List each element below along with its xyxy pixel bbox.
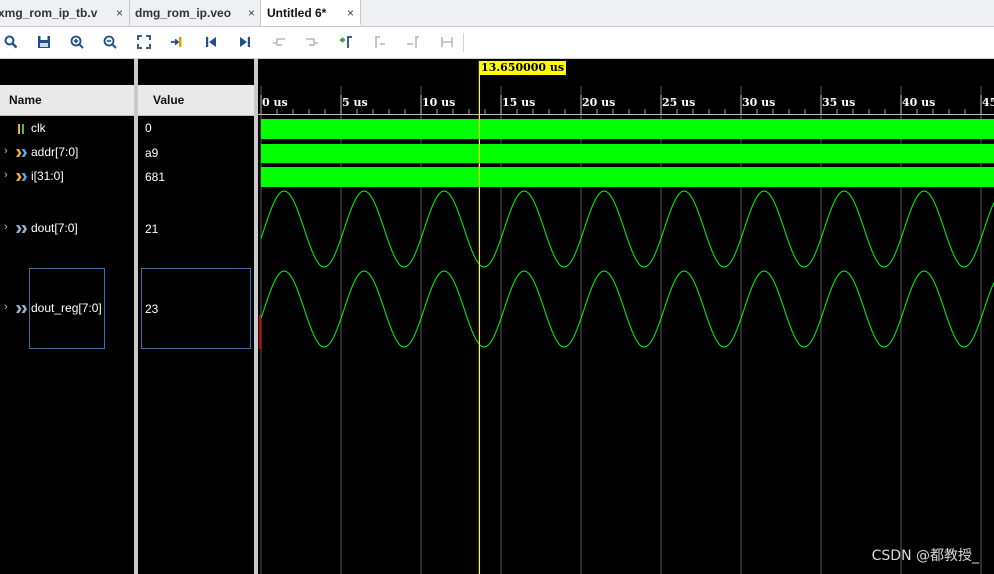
watermark: CSDN @都教授_ <box>871 548 979 564</box>
next-marker-icon[interactable] <box>402 31 424 53</box>
add-marker-icon[interactable] <box>335 31 357 53</box>
signal-value: a9 <box>145 146 159 160</box>
signal-bar <box>261 119 994 139</box>
tab-label: xmg_rom_ip_tb.v <box>0 6 98 20</box>
signal-name: i[31:0] <box>31 169 64 183</box>
waveform-canvas[interactable]: 0 us 5 us 10 us 15 us 20 us 25 us 30 us 35 us 40… <box>258 59 994 574</box>
close-icon[interactable]: × <box>248 2 255 24</box>
bus-signal-icon <box>16 171 27 181</box>
previous-transition-icon[interactable] <box>268 31 290 53</box>
tick-label: 45 <box>982 96 994 109</box>
signal-name: clk <box>31 121 46 135</box>
signal-name: addr[7:0] <box>31 145 79 159</box>
zoom-out-icon[interactable] <box>99 31 121 53</box>
zoom-fit-icon[interactable] <box>133 31 155 53</box>
analog-waveform <box>260 190 994 268</box>
search-icon[interactable] <box>0 31 22 53</box>
tick-label: 30 us <box>742 96 775 109</box>
value-column-header[interactable]: Value <box>138 85 254 116</box>
signal-row-clk[interactable]: clk <box>0 119 134 139</box>
close-icon[interactable]: × <box>347 2 354 24</box>
tab-label: dmg_rom_ip.veo <box>135 6 232 20</box>
tab-label: Untitled 6* <box>267 6 327 20</box>
name-value-splitter[interactable] <box>134 59 138 574</box>
go-to-last-time-icon[interactable] <box>234 31 256 53</box>
signal-name: dout[7:0] <box>31 221 78 235</box>
chevron-right-icon[interactable]: › <box>4 145 8 157</box>
close-icon[interactable]: × <box>116 2 123 24</box>
waveform-viewer[interactable]: 0 us 5 us 10 us 15 us 20 us 25 us 30 us 35 us 40… <box>258 59 994 574</box>
tick-label: 25 us <box>662 96 695 109</box>
bus-signal-icon <box>16 303 27 313</box>
tab-xmg-rom-ip-tb[interactable]: xmg_rom_ip_tb.v × <box>0 0 130 26</box>
zoom-in-icon[interactable] <box>66 31 88 53</box>
tick-label: 15 us <box>502 96 535 109</box>
tab-untitled-6[interactable]: Untitled 6* × <box>261 0 361 26</box>
go-to-cursor-icon[interactable] <box>166 31 188 53</box>
chevron-right-icon[interactable]: › <box>4 301 8 313</box>
name-column-header[interactable]: Name <box>0 85 134 116</box>
tick-label: 5 us <box>342 96 368 109</box>
signal-value: 21 <box>145 222 159 236</box>
signal-value: 0 <box>145 121 152 135</box>
bus-signal-icon <box>16 223 27 233</box>
signal-value: 681 <box>145 170 166 184</box>
waveform-toolbar <box>0 27 994 59</box>
value-pane-top <box>138 59 254 85</box>
tick-label: 0 us <box>262 96 288 109</box>
toolbar-separator <box>463 33 464 52</box>
signal-row-i[interactable]: › i[31:0] <box>0 167 134 187</box>
editor-tab-bar: xmg_rom_ip_tb.v × dmg_rom_ip.veo × Untit… <box>0 0 994 27</box>
tick-label: 40 us <box>902 96 935 109</box>
go-to-time-zero-icon[interactable] <box>200 31 222 53</box>
next-transition-icon[interactable] <box>301 31 323 53</box>
name-pane-top <box>0 59 134 85</box>
signal-bar <box>261 144 994 163</box>
tab-dmg-rom-ip[interactable]: dmg_rom_ip.veo × <box>130 0 261 26</box>
cursor-time-label[interactable]: 13.650000 us <box>479 61 567 75</box>
tick-label: 10 us <box>422 96 455 109</box>
selected-value-cell[interactable] <box>141 268 251 349</box>
analog-waveform <box>260 270 994 348</box>
swap-cursors-icon[interactable] <box>436 31 458 53</box>
signal-row-addr[interactable]: › addr[7:0] <box>0 143 134 163</box>
bit-signal-icon <box>16 123 26 134</box>
save-icon[interactable] <box>33 31 55 53</box>
chevron-right-icon[interactable]: › <box>4 221 8 233</box>
selected-name-cell[interactable] <box>29 268 105 349</box>
signal-row-dout[interactable]: › dout[7:0] <box>0 219 134 239</box>
previous-marker-icon[interactable] <box>369 31 391 53</box>
tick-label: 20 us <box>582 96 615 109</box>
bus-signal-icon <box>16 147 27 157</box>
signal-bar <box>261 167 994 187</box>
tick-label: 35 us <box>822 96 855 109</box>
chevron-right-icon[interactable]: › <box>4 169 8 181</box>
